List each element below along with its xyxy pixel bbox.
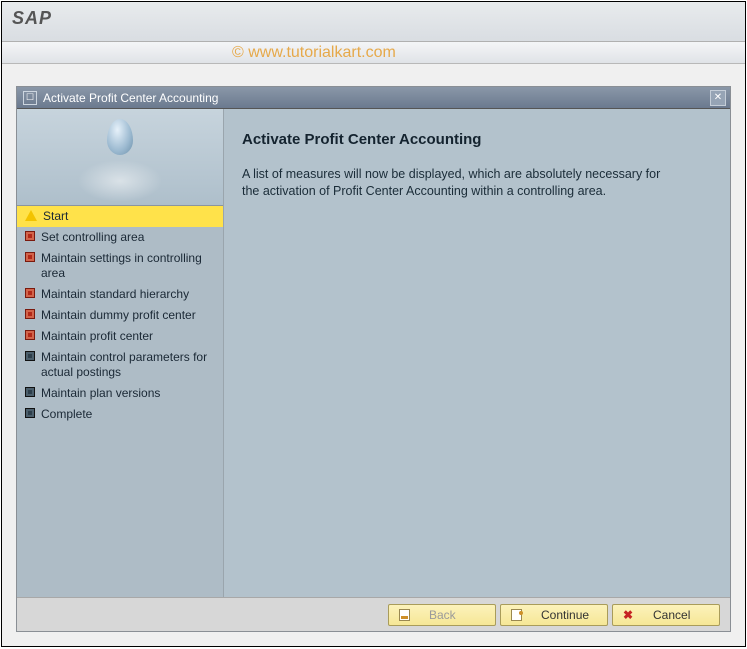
warning-icon: [25, 210, 37, 221]
cancel-button[interactable]: ✖ Cancel: [612, 604, 720, 626]
content-area: ☐ Activate Profit Center Accounting ✕ St…: [2, 64, 745, 646]
back-button[interactable]: Back: [388, 604, 496, 626]
nav-item-label: Maintain dummy profit center: [41, 308, 217, 323]
nav-item-label: Maintain profit center: [41, 329, 217, 344]
toolbar: © www.tutorialkart.com: [2, 42, 745, 64]
nav-item[interactable]: Maintain settings in controlling area: [17, 248, 223, 284]
page-icon: [509, 608, 523, 622]
app-window: SAP © www.tutorialkart.com ☐ Activate Pr…: [1, 1, 746, 647]
nav-list: Start Set controlling area Maintain settin…: [17, 205, 223, 597]
logo-text: SAP: [12, 8, 52, 28]
cancel-label: Cancel: [653, 608, 690, 622]
dialog-body: Start Set controlling area Maintain settin…: [17, 109, 730, 597]
step-icon: [25, 252, 35, 262]
step-icon: [25, 309, 35, 319]
nav-item[interactable]: Start: [17, 206, 223, 227]
nav-item[interactable]: Maintain dummy profit center: [17, 305, 223, 326]
dialog-title: Activate Profit Center Accounting: [43, 91, 710, 105]
continue-label: Continue: [541, 608, 589, 622]
close-icon[interactable]: ✕: [710, 90, 726, 106]
nav-item-label: Maintain control parameters for actual p…: [41, 350, 217, 380]
nav-item-label: Maintain settings in controlling area: [41, 251, 217, 281]
main-body-text: A list of measures will now be displayed…: [242, 166, 662, 200]
step-icon: [25, 387, 35, 397]
nav-item[interactable]: Complete: [17, 404, 223, 425]
dialog-footer: Back Continue ✖ Cancel: [17, 597, 730, 631]
nav-item[interactable]: Maintain standard hierarchy: [17, 284, 223, 305]
step-icon: [25, 351, 35, 361]
header: SAP: [2, 2, 745, 42]
nav-item-label: Maintain plan versions: [41, 386, 217, 401]
watermark-text: © www.tutorialkart.com: [232, 44, 396, 62]
step-icon: [25, 231, 35, 241]
back-label: Back: [429, 608, 456, 622]
dialog: ☐ Activate Profit Center Accounting ✕ St…: [16, 86, 731, 632]
nav-item-label: Start: [43, 209, 217, 224]
sidebar-decorative-image: [17, 109, 223, 205]
nav-item[interactable]: Maintain plan versions: [17, 383, 223, 404]
dialog-titlebar: ☐ Activate Profit Center Accounting ✕: [17, 87, 730, 109]
nav-item-label: Set controlling area: [41, 230, 217, 245]
nav-item-label: Complete: [41, 407, 217, 422]
step-icon: [25, 408, 35, 418]
water-drop-icon: [107, 119, 133, 155]
nav-item[interactable]: Maintain control parameters for actual p…: [17, 347, 223, 383]
nav-item[interactable]: Set controlling area: [17, 227, 223, 248]
cancel-icon: ✖: [621, 608, 635, 622]
sidebar: Start Set controlling area Maintain settin…: [17, 109, 224, 597]
page-icon: [397, 608, 411, 622]
continue-button[interactable]: Continue: [500, 604, 608, 626]
step-icon: [25, 330, 35, 340]
titlebar-icon: ☐: [23, 91, 37, 105]
nav-item[interactable]: Maintain profit center: [17, 326, 223, 347]
main-panel: Activate Profit Center Accounting A list…: [224, 109, 730, 597]
nav-item-label: Maintain standard hierarchy: [41, 287, 217, 302]
step-icon: [25, 288, 35, 298]
main-title: Activate Profit Center Accounting: [242, 131, 712, 148]
